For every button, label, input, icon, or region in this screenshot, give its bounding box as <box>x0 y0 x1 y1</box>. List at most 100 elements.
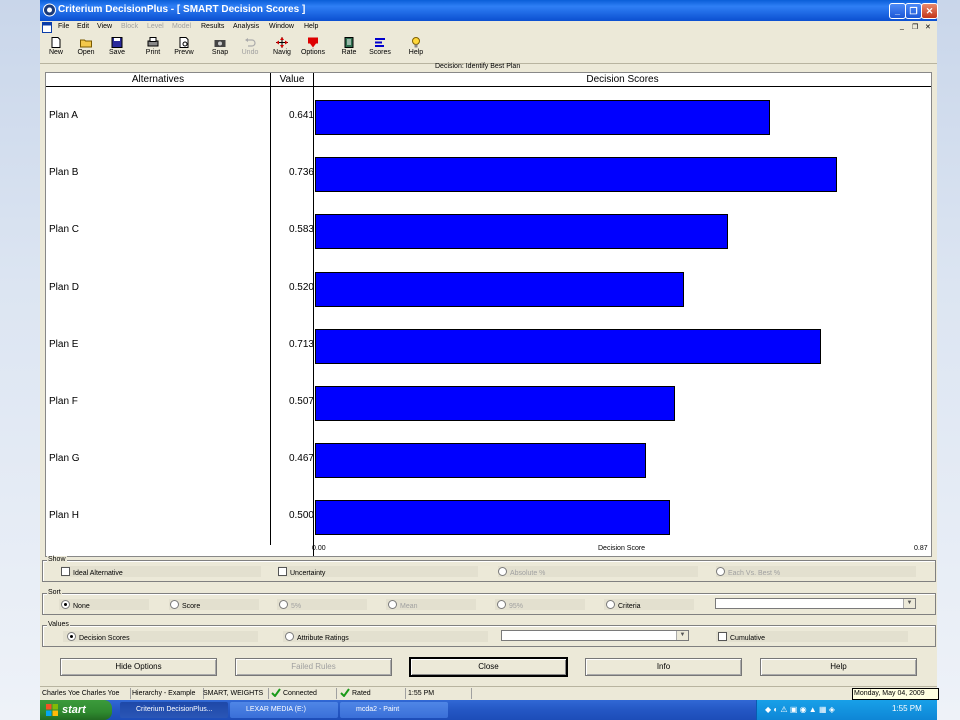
windows-logo-icon <box>46 704 58 716</box>
start-button[interactable]: start <box>40 700 112 720</box>
sort-none-radio[interactable]: None <box>61 600 90 610</box>
open-folder-icon <box>80 39 92 48</box>
chevron-down-icon: ▼ <box>903 599 915 608</box>
checkmark-icon <box>340 688 350 697</box>
task-criterium[interactable]: Criterium DecisionPlus... <box>120 702 228 718</box>
radio-icon <box>716 567 725 576</box>
show-panel: Show Ideal Alternative Uncertainty Absol… <box>42 556 936 582</box>
menu-window[interactable]: Window <box>269 23 294 30</box>
system-tray: ◆ ◐ ⚠ ▣ ◉ ▲ ▦ ◈ 1:55 PM <box>756 700 937 720</box>
sort-5pct-radio[interactable]: 5% <box>279 600 301 610</box>
menu-level[interactable]: Level <box>147 23 164 30</box>
each-vs-best-radio[interactable]: Each Vs. Best % <box>716 567 780 577</box>
sort-score-radio[interactable]: Score <box>170 600 200 610</box>
ideal-alternative-checkbox[interactable]: Ideal Alternative <box>61 567 123 577</box>
app-logo-icon <box>43 3 56 17</box>
title-bar[interactable]: Criterium DecisionPlus - [ SMART Decisio… <box>40 0 938 21</box>
app-window: Criterium DecisionPlus - [ SMART Decisio… <box>40 0 938 720</box>
sort-legend: Sort <box>47 589 62 596</box>
sort-mean-radio[interactable]: Mean <box>388 600 418 610</box>
menu-analysis[interactable]: Analysis <box>233 23 259 30</box>
cumulative-checkbox[interactable]: Cumulative <box>718 632 765 642</box>
alternatives-header: Alternatives <box>46 73 270 87</box>
status-bar: Charles Yoe Charles Yoe Hierarchy - Exam… <box>40 686 937 700</box>
toolbar-save-button[interactable]: Save <box>102 36 132 62</box>
alternative-value: 0.500 <box>288 510 314 522</box>
printer-icon <box>147 37 159 47</box>
alternative-label: Plan A <box>49 110 78 121</box>
help-button[interactable]: Help <box>760 658 917 676</box>
toolbar-new-button[interactable]: New <box>41 36 71 62</box>
menu-view[interactable]: View <box>97 23 112 30</box>
alternative-label: Plan B <box>49 167 79 179</box>
restore-button[interactable]: ❐ <box>905 3 922 19</box>
menu-file[interactable]: File <box>58 23 69 30</box>
menu-results[interactable]: Results <box>201 23 224 30</box>
checkbox-icon <box>278 567 287 576</box>
toolbar-navig-button[interactable]: Navig <box>267 36 297 62</box>
radio-icon <box>388 600 397 609</box>
close-window-button[interactable]: ✕ <box>921 3 938 19</box>
sort-criteria-radio[interactable]: Criteria <box>606 600 641 610</box>
status-rated: Rated <box>340 688 406 699</box>
column-divider <box>313 73 314 556</box>
alternative-value: 0.641 <box>288 110 314 121</box>
status-method: SMART, WEIGHTS <box>203 688 269 699</box>
task-lexar[interactable]: LEXAR MEDIA (E:) <box>230 702 338 718</box>
menu-model[interactable]: Model <box>172 23 191 30</box>
close-button[interactable]: Close <box>410 658 567 676</box>
value-header: Value <box>271 73 313 87</box>
menu-block[interactable]: Block <box>121 23 138 30</box>
date-tooltip: Monday, May 04, 2009 <box>852 688 939 700</box>
radio-icon <box>279 600 288 609</box>
score-bar <box>315 214 728 250</box>
info-button[interactable]: Info <box>585 658 742 676</box>
print-preview-icon <box>179 37 189 48</box>
doc-minimize-button[interactable]: _ <box>900 23 904 30</box>
score-bar <box>315 500 670 536</box>
chevron-down-icon: ▼ <box>676 631 688 640</box>
toolbar-scores-button[interactable]: Scores <box>365 36 395 62</box>
doc-restore-button[interactable]: ❐ <box>912 23 918 31</box>
navigator-icon <box>276 37 288 48</box>
alternative-value: 0.507 <box>288 396 314 407</box>
decision-scores-header: Decision Scores <box>314 73 931 87</box>
toolbar-print-button[interactable]: Print <box>138 36 168 62</box>
save-disk-icon <box>111 37 123 48</box>
attribute-ratings-radio[interactable]: Attribute Ratings <box>285 632 349 642</box>
status-user: Charles Yoe Charles Yoe <box>42 688 131 699</box>
alternative-label: Plan D <box>49 281 80 293</box>
status-time: 1:55 PM <box>408 688 472 699</box>
toolbar-open-button[interactable]: Open <box>71 36 101 62</box>
minimize-button[interactable]: _ <box>889 3 906 19</box>
doc-close-button[interactable]: ✕ <box>925 23 931 31</box>
menu-edit[interactable]: Edit <box>77 23 89 30</box>
toolbar-snap-button[interactable]: Snap <box>205 36 235 62</box>
absolute-percent-radio[interactable]: Absolute % <box>498 567 545 577</box>
alternative-value: 0.736 <box>288 167 314 179</box>
alternative-value: 0.713 <box>288 338 314 350</box>
menu-help[interactable]: Help <box>304 23 318 30</box>
toolbar-undo-button[interactable]: Undo <box>235 36 265 62</box>
checkbox-icon <box>61 567 70 576</box>
failed-rules-button[interactable]: Failed Rules <box>235 658 392 676</box>
toolbar-rate-button[interactable]: Rate <box>334 36 364 62</box>
uncertainty-checkbox[interactable]: Uncertainty <box>278 567 325 577</box>
rate-icon <box>344 37 354 48</box>
toolbar-preview-button[interactable]: Prevw <box>169 36 199 62</box>
toolbar-options-button[interactable]: Options <box>298 36 328 62</box>
toolbar-help-button[interactable]: Help <box>401 36 431 62</box>
criteria-dropdown[interactable]: ▼ <box>715 598 916 609</box>
alternative-label: Plan G <box>49 453 80 465</box>
tray-icons[interactable]: ◆ ◐ ⚠ ▣ ◉ ▲ ▦ ◈ <box>765 705 875 715</box>
decision-scores-radio[interactable]: Decision Scores <box>67 632 130 642</box>
score-bar <box>315 328 821 364</box>
x-axis-title: Decision Score <box>598 545 646 552</box>
hide-options-button[interactable]: Hide Options <box>60 658 217 676</box>
values-dropdown[interactable]: ▼ <box>501 630 689 641</box>
menu-bar: File Edit View Block Level Model Results… <box>40 21 937 35</box>
task-paint[interactable]: mcda2 - Paint <box>340 702 448 718</box>
alternative-value: 0.520 <box>288 281 314 293</box>
sort-95pct-radio[interactable]: 95% <box>497 600 523 610</box>
score-bar <box>315 443 646 479</box>
